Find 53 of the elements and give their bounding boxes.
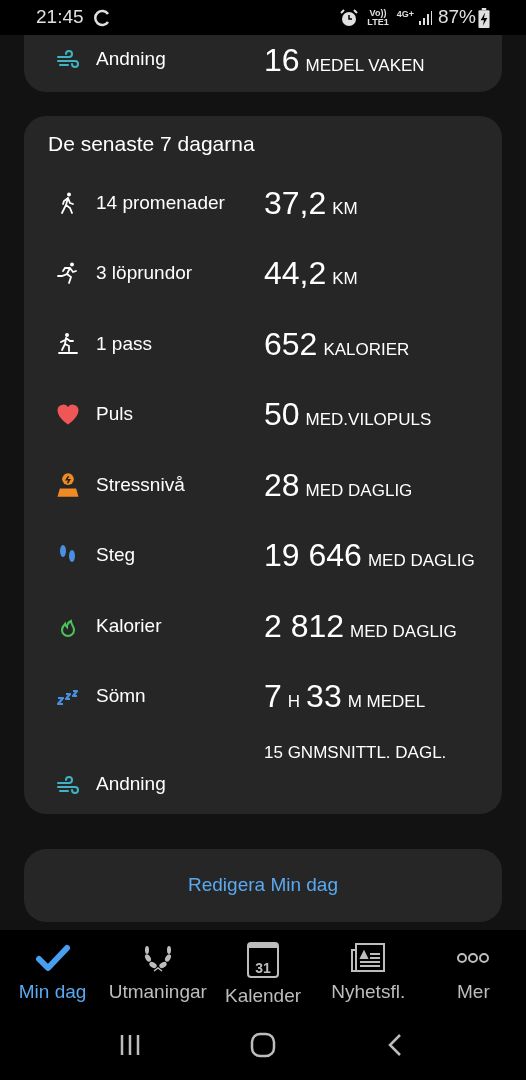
metric-value: 33: [306, 680, 342, 713]
metric-unit: MED DAGLIG: [305, 481, 413, 499]
battery-charging-icon: [478, 7, 490, 28]
checkmark-icon: [34, 942, 71, 974]
metric-label: 3 löprundor: [95, 261, 194, 285]
network-indicator: 4G+: [396, 8, 414, 21]
metric-unit: MED DAGLIG: [350, 622, 457, 640]
metric-label: 1 pass: [95, 331, 153, 356]
metric-label: Stressnivå: [95, 472, 186, 497]
nav-tab[interactable]: Utmaningar: [105, 942, 211, 1010]
metric-label: Puls: [95, 402, 134, 426]
nav-tab[interactable]: Min dag: [0, 942, 106, 1010]
metric-unit: H: [287, 693, 301, 711]
metric-unit: KM: [332, 270, 358, 288]
clock: 21:45: [36, 5, 84, 30]
metric-label: 14 promenader: [95, 190, 226, 215]
running-person-icon: [56, 261, 80, 286]
alarm-icon: [339, 7, 360, 28]
metric-label: Steg: [95, 543, 137, 567]
metric-unit: MEDEL VAKEN: [305, 56, 425, 74]
nav-tab[interactable]: Mer: [420, 942, 526, 1010]
lte-indicator: LTE1: [367, 17, 389, 27]
metric-label: Andning: [95, 771, 167, 796]
newspaper-icon: [350, 942, 387, 974]
treadmill-icon: [56, 331, 80, 356]
metric-unit: 15 GNMSNITTL. DAGL.: [264, 743, 447, 761]
metric-value: 37,2: [264, 186, 327, 219]
nav-tab[interactable]: Nyhetsfl.: [315, 942, 421, 1010]
volte-indicator: Vo)): [369, 8, 387, 18]
sync-icon: [91, 7, 112, 28]
metric-value: 28: [264, 468, 300, 501]
card-title: De senaste 7 dagarna: [48, 131, 256, 157]
metric-unit: MED DAGLIG: [367, 552, 475, 570]
metric-unit: M MEDEL: [347, 693, 426, 711]
signal-icon: [417, 9, 434, 26]
metric-value: 44,2: [264, 257, 327, 290]
metric-unit: KM: [332, 199, 358, 217]
metric-value: 7: [264, 680, 282, 713]
metric-unit: MED.VILOPULS: [305, 411, 432, 429]
metric-value: 19 646: [264, 539, 362, 572]
metric-unit: KALORIER: [323, 340, 410, 358]
metric-value: 652: [264, 327, 318, 360]
home-icon[interactable]: [249, 1031, 277, 1059]
metric-label: Kalorier: [95, 613, 163, 638]
metric-value: 2 812: [264, 609, 345, 642]
metric-label: Andning: [95, 47, 167, 72]
calendar-icon: 31: [247, 942, 279, 978]
metric-value: 16: [264, 43, 300, 76]
metric-label: Sömn: [95, 684, 147, 708]
battery-percentage: 87%: [437, 5, 476, 30]
edit-my-day-button[interactable]: Redigera Min dag: [24, 849, 502, 922]
nav-tab[interactable]: 31 Kalender: [210, 942, 316, 1010]
metric-value: 50: [264, 398, 300, 431]
